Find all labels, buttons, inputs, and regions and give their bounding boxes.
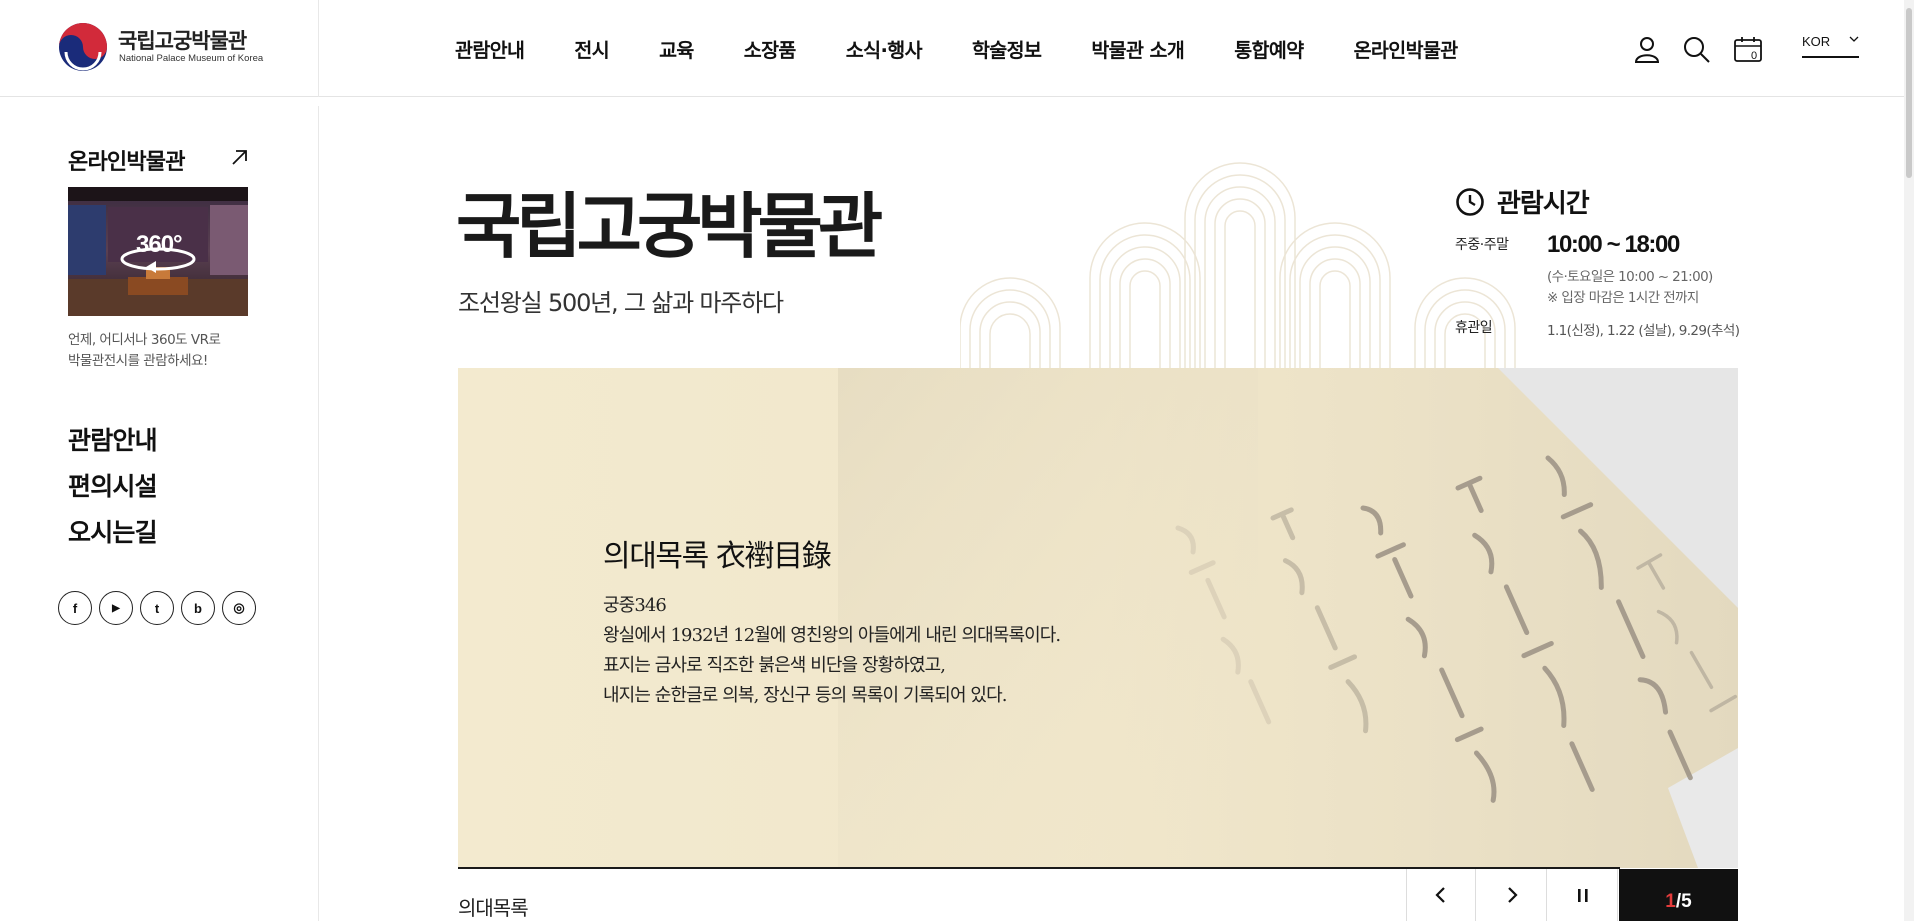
twitter-icon[interactable]: t <box>140 591 174 625</box>
hours-title: 관람시간 <box>1497 189 1590 219</box>
slide-caption: 의대목록 <box>458 896 529 920</box>
nav-item-collection[interactable]: 소장품 <box>744 34 797 63</box>
instagram-icon[interactable]: ◎ <box>222 591 256 625</box>
user-button[interactable] <box>1632 0 1662 97</box>
calendar-button[interactable]: 0 <box>1733 0 1763 97</box>
nav-item-reservation[interactable]: 통합예약 <box>1234 34 1304 63</box>
hero-description-line: 왕실에서 1932년 12월에 영친왕의 아들에게 내린 의대목록이다. <box>603 625 1061 646</box>
site-header: 국립고궁박물관 National Palace Museum of Korea … <box>0 0 1914 97</box>
chevron-down-icon <box>1849 36 1859 42</box>
logo-korean-name: 국립고궁박물관 <box>118 29 247 53</box>
online-museum-title[interactable]: 온라인박물관 <box>68 144 185 176</box>
sns-links: f ▶ t b ◎ <box>58 591 263 625</box>
slide-next-button[interactable] <box>1477 869 1547 921</box>
hero-slide: 의대목록 衣襨目錄 궁중346 왕실에서 1932년 12월에 영친왕의 아들에… <box>458 368 1738 868</box>
language-select[interactable]: KOR <box>1802 32 1859 58</box>
pause-icon <box>1577 889 1588 902</box>
vr-360-label: 360° <box>136 231 183 258</box>
chevron-left-icon <box>1435 887 1445 903</box>
facebook-icon[interactable]: f <box>58 591 92 625</box>
nav-item-education[interactable]: 교육 <box>659 34 694 63</box>
nav-item-visit-info[interactable]: 관람안내 <box>455 34 525 63</box>
chevron-right-icon <box>1507 887 1518 903</box>
nav-item-online-museum[interactable]: 온라인박물관 <box>1354 34 1459 63</box>
nav-item-academic[interactable]: 학술정보 <box>972 34 1042 63</box>
taegeuk-logo-icon <box>59 23 107 71</box>
search-button[interactable] <box>1681 0 1711 97</box>
hours-note-extended: (수·토요일은 10:00 ~ 21:00) <box>1547 269 1713 285</box>
closed-label: 휴관일 <box>1455 320 1493 336</box>
slide-prev-button[interactable] <box>1406 869 1476 921</box>
clock-icon <box>1456 187 1484 216</box>
page-subtitle: 조선왕실 500년, 그 삶과 마주하다 <box>458 289 784 317</box>
logo-english-name: National Palace Museum of Korea <box>119 53 264 64</box>
palace-arch-pattern <box>960 162 1516 368</box>
scrollbar-thumb[interactable] <box>1906 8 1912 178</box>
hero-title: 의대목록 衣襨目錄 <box>603 539 832 574</box>
slide-total: 5 <box>1681 891 1692 912</box>
slide-current: 1 <box>1665 891 1676 912</box>
search-icon <box>1684 36 1710 63</box>
hero-text: 의대목록 衣襨目錄 궁중346 왕실에서 1932년 12월에 영친왕의 아들에… <box>603 531 1061 711</box>
vr-description-line: 박물관전시를 관람하세요! <box>68 353 208 369</box>
calendar-icon: 0 <box>1734 36 1762 62</box>
site-logo[interactable]: 국립고궁박물관 National Palace Museum of Korea <box>58 22 273 72</box>
side-menu-visit-info[interactable]: 관람안내 <box>68 418 158 464</box>
vr-description: 언제, 어디서나 360도 VR로 박물관전시를 관람하세요! <box>68 330 268 372</box>
hero-description-line: 내지는 순한글로 의복, 장신구 등의 목록이 기록되어 있다. <box>603 685 1007 706</box>
header-divider <box>318 0 319 97</box>
vr-description-line: 언제, 어디서나 360도 VR로 <box>68 332 221 348</box>
nav-item-about[interactable]: 박물관 소개 <box>1091 34 1184 63</box>
hours-header: 관람시간 <box>1455 183 1590 220</box>
slide-counter: 1 / 5 <box>1619 869 1738 921</box>
nav-item-news-events[interactable]: 소식·행사 <box>846 34 923 63</box>
closed-days: 1.1(신정), 1.22 (설날), 9.29(추석) <box>1547 323 1740 339</box>
opening-time: 10:00 ~ 18:00 <box>1547 231 1680 258</box>
vr-tour-thumbnail[interactable]: 360° <box>68 187 248 316</box>
nav-item-exhibition[interactable]: 전시 <box>574 34 609 63</box>
weekday-label: 주중·주말 <box>1455 237 1509 253</box>
user-icon <box>1634 36 1660 63</box>
calendar-badge-count: 0 <box>1751 50 1757 62</box>
hero-description-line: 표지는 금사로 직조한 붉은색 비단을 장황하였고, <box>603 655 946 676</box>
youtube-icon[interactable]: ▶ <box>99 591 133 625</box>
hero-description-line: 궁중346 <box>603 595 667 616</box>
hero-description: 궁중346 왕실에서 1932년 12월에 영친왕의 아들에게 내린 의대목록이… <box>603 591 1061 711</box>
arrow-up-right-icon[interactable] <box>230 147 250 167</box>
sidebar-divider <box>318 106 319 921</box>
blog-icon[interactable]: b <box>181 591 215 625</box>
main-nav: 관람안내 전시 교육 소장품 소식·행사 학술정보 박물관 소개 통합예약 온라… <box>455 0 1458 97</box>
hours-note-entry: ※ 입장 마감은 1시간 전까지 <box>1547 290 1699 306</box>
language-current: KOR <box>1802 34 1831 49</box>
slide-pause-button[interactable] <box>1548 869 1618 921</box>
page-title: 국립고궁박물관 <box>456 188 883 267</box>
side-menu-directions[interactable]: 오시는길 <box>68 510 158 556</box>
side-quick-menu: 관람안내 편의시설 오시는길 <box>68 418 158 556</box>
side-menu-facilities[interactable]: 편의시설 <box>68 464 158 510</box>
